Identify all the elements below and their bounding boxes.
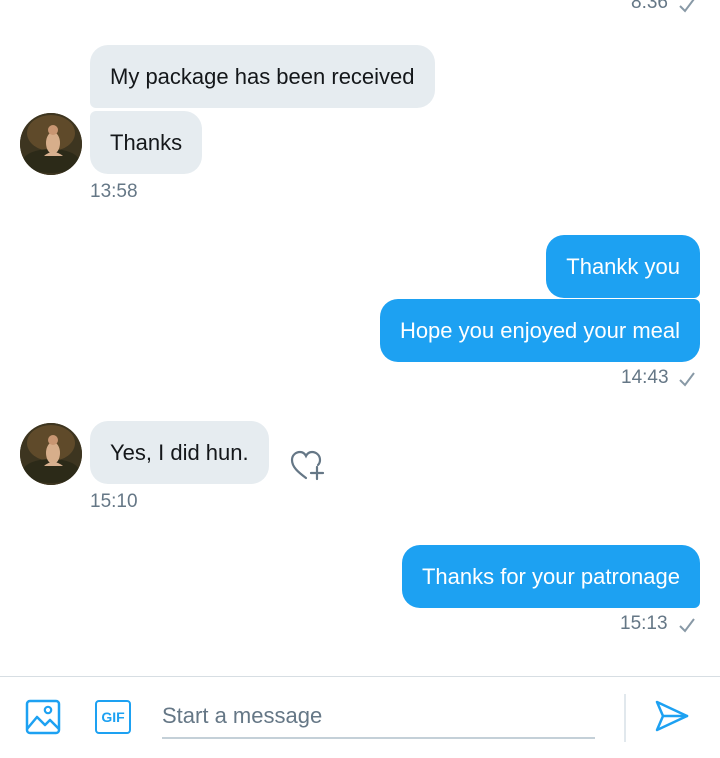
send-icon[interactable] xyxy=(653,697,691,735)
message-timestamp: 15:10 xyxy=(90,491,138,512)
check-icon xyxy=(679,618,695,633)
check-icon xyxy=(679,0,695,13)
avatar-image xyxy=(20,113,82,175)
message-bubble-outgoing[interactable]: Hope you enjoyed your meal xyxy=(379,299,700,362)
composer-divider xyxy=(0,676,720,677)
heart-add-icon[interactable] xyxy=(289,447,327,483)
message-timestamp: 14:43 xyxy=(621,367,669,388)
message-bubble-incoming[interactable]: Thanks xyxy=(90,111,203,174)
check-icon xyxy=(679,372,695,387)
dm-conversation: 8:36 My package has been received Thanks… xyxy=(0,0,720,758)
message-input[interactable] xyxy=(162,694,595,739)
message-timestamp: 15:13 xyxy=(620,613,668,634)
message-bubble-incoming[interactable]: Yes, I did hun. xyxy=(90,421,269,484)
message-bubble-incoming[interactable]: My package has been received xyxy=(90,45,435,108)
gif-button[interactable]: GIF xyxy=(95,700,131,734)
composer-separator xyxy=(624,694,626,742)
gif-label: GIF xyxy=(101,709,125,725)
avatar[interactable] xyxy=(20,423,82,485)
avatar-image xyxy=(20,423,82,485)
message-timestamp: 8:36 xyxy=(631,0,668,13)
message-bubble-outgoing[interactable]: Thanks for your patronage xyxy=(401,545,700,608)
message-bubble-outgoing[interactable]: Thankk you xyxy=(546,235,700,298)
image-icon[interactable] xyxy=(24,698,62,736)
avatar[interactable] xyxy=(20,113,82,175)
message-timestamp: 13:58 xyxy=(90,181,138,202)
